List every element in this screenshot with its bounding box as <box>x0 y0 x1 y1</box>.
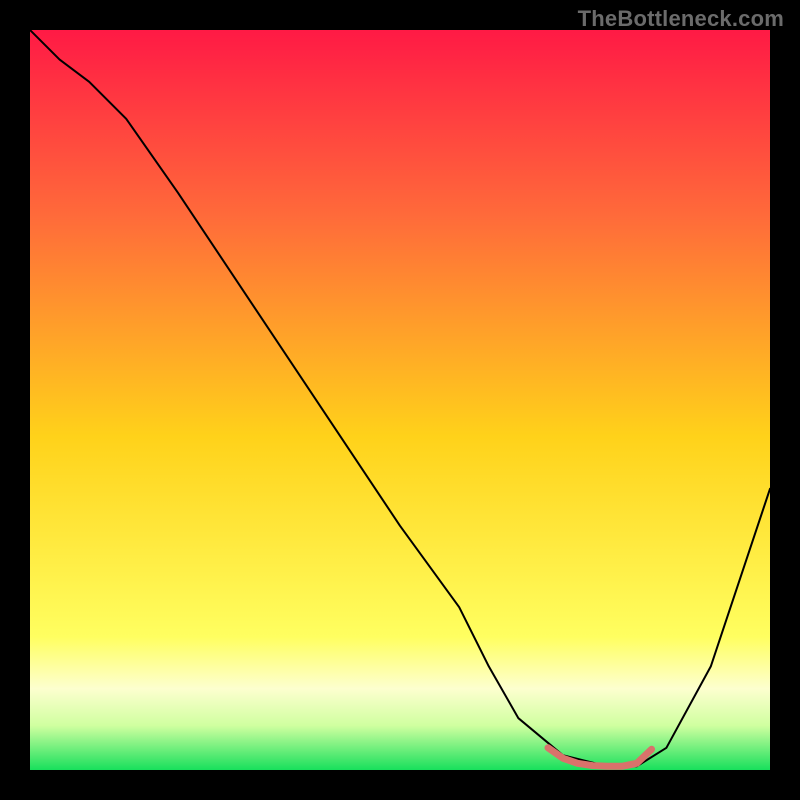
chart-canvas <box>30 30 770 770</box>
chart-stage: TheBottleneck.com <box>0 0 800 800</box>
watermark-text: TheBottleneck.com <box>578 6 784 32</box>
